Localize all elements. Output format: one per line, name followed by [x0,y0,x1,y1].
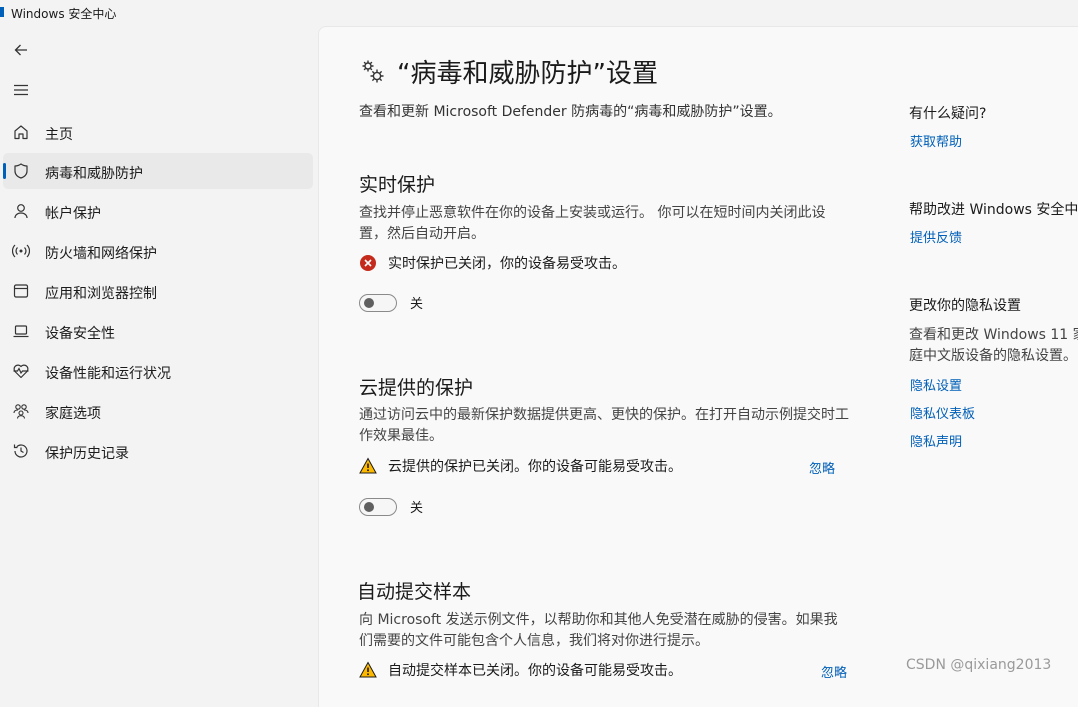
title-bar: Windows 安全中心 [0,0,1078,26]
realtime-status-text: 实时保护已关闭，你的设备易受攻击。 [388,256,626,272]
sidebar-item-virus-protection[interactable]: 病毒和威胁防护 [3,153,313,189]
error-icon [360,255,376,271]
window-title: Windows 安全中心 [11,7,117,21]
watermark: CSDN @qixiang2013 [906,657,1052,673]
sidebar-item-device-performance[interactable]: 设备性能和运行状况 [3,353,313,389]
back-arrow-icon [14,44,27,56]
realtime-protection-title: 实时保护 [359,174,436,196]
realtime-protection-description: 查找并停止恶意软件在你的设备上安装或运行。 你可以在短时间内关闭此设置，然后自动… [359,205,826,242]
privacy-settings-link[interactable]: 隐私设置 [910,375,962,394]
cloud-dismiss-link[interactable]: 忽略 [809,458,835,477]
cloud-toggle-row: 关 [359,497,423,516]
sidebar-item-app-browser-control[interactable]: 应用和浏览器控制 [3,273,313,309]
improve-heading: 帮助改进 Windows 安全中心 [909,202,1078,218]
privacy-heading: 更改你的隐私设置 [909,298,1021,314]
privacy-statement-link[interactable]: 隐私声明 [910,431,962,450]
cloud-toggle-label: 关 [410,501,424,516]
sample-submission-description: 向 Microsoft 发送示例文件，以帮助你和其他人免受潜在威胁的侵害。如果我… [359,612,838,649]
heart-pulse-icon [13,364,29,379]
sidebar-item-label: 主页 [45,127,73,143]
main-content: “病毒和威胁防护”设置 查看和更新 Microsoft Defender 防病毒… [318,26,1078,707]
gears-icon [362,60,384,82]
sidebar-item-label: 病毒和威胁防护 [45,166,143,182]
cloud-protection-title: 云提供的保护 [359,377,474,399]
give-feedback-link[interactable]: 提供反馈 [910,227,962,246]
sample-status: 自动提交样本已关闭。你的设备可能易受攻击。 [359,659,839,681]
sidebar-item-home[interactable]: 主页 [3,114,313,150]
selection-indicator [3,163,6,179]
realtime-status: 实时保护已关闭，你的设备易受攻击。 [359,252,839,274]
sample-status-text: 自动提交样本已关闭。你的设备可能易受攻击。 [388,663,682,679]
sample-submission-title: 自动提交样本 [357,581,472,603]
realtime-toggle-label: 关 [410,297,424,312]
sidebar-item-label: 帐户保护 [45,206,101,222]
sample-dismiss-link[interactable]: 忽略 [821,662,847,681]
family-icon [13,404,29,419]
warning-icon [359,661,377,678]
person-icon [14,204,28,219]
laptop-icon [13,325,29,338]
page-header: “病毒和威胁防护”设置 [359,53,658,90]
shield-icon [14,163,28,179]
cloud-protection-description: 通过访问云中的最新保护数据提供更高、更快的保护。在打开自动示例提交时工作效果最佳… [359,407,849,444]
sidebar-item-account-protection[interactable]: 帐户保护 [3,193,313,229]
menu-button[interactable] [7,76,35,104]
privacy-description: 查看和更改 Windows 11 家庭中文版设备的隐私设置。 [909,327,1078,364]
cloud-protection-toggle[interactable] [359,497,397,516]
page-title: “病毒和威胁防护”设置 [397,59,658,89]
sidebar: 主页 病毒和威胁防护 帐户保护 防火墙和网络保护 应用和浏览器控制 设备安全性 … [0,26,318,685]
privacy-dashboard-link[interactable]: 隐私仪表板 [910,403,975,422]
sidebar-item-protection-history[interactable]: 保护历史记录 [3,433,313,469]
sidebar-item-label: 家庭选项 [45,406,101,422]
app-window-icon [13,284,29,298]
cloud-status: 云提供的保护已关闭。你的设备可能易受攻击。 [359,455,839,477]
toggle-knob [364,501,374,512]
page-description: 查看和更新 Microsoft Defender 防病毒的“病毒和威胁防护”设置… [359,104,782,120]
realtime-protection-toggle[interactable] [359,293,397,312]
sidebar-item-device-security[interactable]: 设备安全性 [3,313,313,349]
home-icon [14,125,28,140]
cloud-status-text: 云提供的保护已关闭。你的设备可能易受攻击。 [388,459,682,475]
sidebar-item-label: 应用和浏览器控制 [45,286,157,302]
wireless-icon [12,244,30,258]
sidebar-item-label: 设备安全性 [45,326,115,342]
get-help-link[interactable]: 获取帮助 [910,131,962,150]
sidebar-item-family-options[interactable]: 家庭选项 [3,393,313,429]
sidebar-item-firewall[interactable]: 防火墙和网络保护 [3,233,313,269]
toggle-knob [364,297,374,308]
sidebar-item-label: 保护历史记录 [45,446,129,462]
history-icon [13,444,28,458]
sidebar-item-label: 防火墙和网络保护 [45,246,157,262]
realtime-toggle-row: 关 [359,293,423,312]
back-button[interactable] [7,36,35,64]
hamburger-menu-icon [14,84,28,96]
sidebar-item-label: 设备性能和运行状况 [45,366,171,382]
warning-icon [359,457,377,474]
app-icon [0,7,4,17]
questions-heading: 有什么疑问? [909,106,987,122]
